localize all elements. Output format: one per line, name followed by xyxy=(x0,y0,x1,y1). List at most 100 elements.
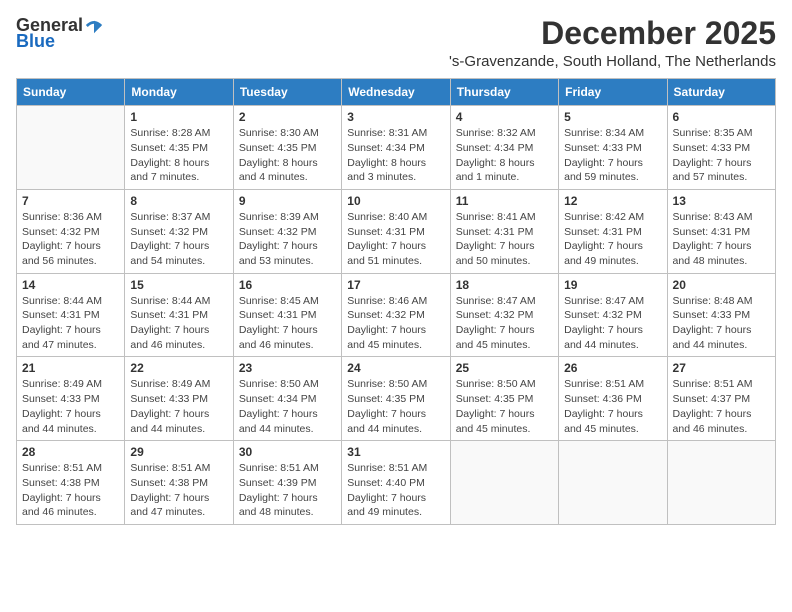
day-info: Sunrise: 8:44 AMSunset: 4:31 PMDaylight:… xyxy=(22,294,119,353)
day-number: 31 xyxy=(347,445,444,459)
day-number: 18 xyxy=(456,278,553,292)
day-number: 20 xyxy=(673,278,770,292)
day-number: 23 xyxy=(239,361,336,375)
page-header: General Blue December 2025 's-Gravenzand… xyxy=(16,16,776,70)
month-title: December 2025 xyxy=(449,16,776,51)
calendar-cell: 15Sunrise: 8:44 AMSunset: 4:31 PMDayligh… xyxy=(125,273,233,357)
day-number: 13 xyxy=(673,194,770,208)
calendar-cell: 2 Sunrise: 8:30 AMSunset: 4:35 PMDaylight… xyxy=(233,106,341,190)
calendar-cell: 9 Sunrise: 8:39 AMSunset: 4:32 PMDaylight… xyxy=(233,189,341,273)
day-info: Sunrise: 8:49 AMSunset: 4:33 PMDaylight:… xyxy=(22,377,119,436)
day-info: Sunrise: 8:34 AMSunset: 4:33 PMDaylight:… xyxy=(564,126,661,185)
calendar-cell: 6 Sunrise: 8:35 AMSunset: 4:33 PMDaylight… xyxy=(667,106,775,190)
calendar-cell: 19Sunrise: 8:47 AMSunset: 4:32 PMDayligh… xyxy=(559,273,667,357)
calendar-cell: 20 Sunrise: 8:48 AMSunset: 4:33 PMDayligh… xyxy=(667,273,775,357)
col-header-tuesday: Tuesday xyxy=(233,79,341,106)
day-number: 6 xyxy=(673,110,770,124)
day-info: Sunrise: 8:31 AMSunset: 4:34 PMDaylight:… xyxy=(347,126,444,185)
day-info: Sunrise: 8:50 AMSunset: 4:35 PMDaylight:… xyxy=(347,377,444,436)
day-info: Sunrise: 8:51 AMSunset: 4:38 PMDaylight:… xyxy=(22,461,119,520)
calendar-cell: 11 Sunrise: 8:41 AMSunset: 4:31 PMDayligh… xyxy=(450,189,558,273)
day-number: 14 xyxy=(22,278,119,292)
day-info: Sunrise: 8:40 AMSunset: 4:31 PMDaylight:… xyxy=(347,210,444,269)
day-number: 9 xyxy=(239,194,336,208)
day-info: Sunrise: 8:39 AMSunset: 4:32 PMDaylight:… xyxy=(239,210,336,269)
day-info: Sunrise: 8:49 AMSunset: 4:33 PMDaylight:… xyxy=(130,377,227,436)
calendar-cell: 4 Sunrise: 8:32 AMSunset: 4:34 PMDaylight… xyxy=(450,106,558,190)
calendar-cell: 21 Sunrise: 8:49 AMSunset: 4:33 PMDayligh… xyxy=(17,357,125,441)
day-info: Sunrise: 8:28 AMSunset: 4:35 PMDaylight:… xyxy=(130,126,227,185)
col-header-wednesday: Wednesday xyxy=(342,79,450,106)
calendar-week-row: 1 Sunrise: 8:28 AMSunset: 4:35 PMDaylight… xyxy=(17,106,776,190)
day-info: Sunrise: 8:47 AMSunset: 4:32 PMDaylight:… xyxy=(456,294,553,353)
day-number: 17 xyxy=(347,278,444,292)
calendar-week-row: 28 Sunrise: 8:51 AMSunset: 4:38 PMDayligh… xyxy=(17,441,776,525)
calendar-cell: 10 Sunrise: 8:40 AMSunset: 4:31 PMDayligh… xyxy=(342,189,450,273)
day-info: Sunrise: 8:51 AMSunset: 4:40 PMDaylight:… xyxy=(347,461,444,520)
day-info: Sunrise: 8:36 AMSunset: 4:32 PMDaylight:… xyxy=(22,210,119,269)
logo-blue: Blue xyxy=(16,32,55,52)
day-number: 10 xyxy=(347,194,444,208)
day-info: Sunrise: 8:32 AMSunset: 4:34 PMDaylight:… xyxy=(456,126,553,185)
day-info: Sunrise: 8:51 AMSunset: 4:37 PMDaylight:… xyxy=(673,377,770,436)
calendar-week-row: 21 Sunrise: 8:49 AMSunset: 4:33 PMDayligh… xyxy=(17,357,776,441)
calendar-cell: 3 Sunrise: 8:31 AMSunset: 4:34 PMDaylight… xyxy=(342,106,450,190)
calendar-cell: 7 Sunrise: 8:36 AMSunset: 4:32 PMDaylight… xyxy=(17,189,125,273)
logo-icon xyxy=(85,17,103,35)
day-info: Sunrise: 8:44 AMSunset: 4:31 PMDaylight:… xyxy=(130,294,227,353)
day-info: Sunrise: 8:45 AMSunset: 4:31 PMDaylight:… xyxy=(239,294,336,353)
calendar-week-row: 14 Sunrise: 8:44 AMSunset: 4:31 PMDayligh… xyxy=(17,273,776,357)
title-block: December 2025 's-Gravenzande, South Holl… xyxy=(449,16,776,70)
day-number: 26 xyxy=(564,361,661,375)
logo: General Blue xyxy=(16,16,103,52)
calendar-cell: 8Sunrise: 8:37 AMSunset: 4:32 PMDaylight… xyxy=(125,189,233,273)
calendar-cell xyxy=(450,441,558,525)
day-number: 4 xyxy=(456,110,553,124)
day-number: 21 xyxy=(22,361,119,375)
calendar-cell: 27 Sunrise: 8:51 AMSunset: 4:37 PMDayligh… xyxy=(667,357,775,441)
calendar-cell: 29 Sunrise: 8:51 AMSunset: 4:38 PMDayligh… xyxy=(125,441,233,525)
calendar-cell: 12 Sunrise: 8:42 AMSunset: 4:31 PMDayligh… xyxy=(559,189,667,273)
day-number: 3 xyxy=(347,110,444,124)
day-number: 2 xyxy=(239,110,336,124)
day-info: Sunrise: 8:51 AMSunset: 4:36 PMDaylight:… xyxy=(564,377,661,436)
day-number: 11 xyxy=(456,194,553,208)
day-number: 29 xyxy=(130,445,227,459)
day-info: Sunrise: 8:30 AMSunset: 4:35 PMDaylight:… xyxy=(239,126,336,185)
day-info: Sunrise: 8:50 AMSunset: 4:34 PMDaylight:… xyxy=(239,377,336,436)
col-header-sunday: Sunday xyxy=(17,79,125,106)
calendar-cell: 28 Sunrise: 8:51 AMSunset: 4:38 PMDayligh… xyxy=(17,441,125,525)
col-header-saturday: Saturday xyxy=(667,79,775,106)
day-number: 28 xyxy=(22,445,119,459)
day-info: Sunrise: 8:48 AMSunset: 4:33 PMDaylight:… xyxy=(673,294,770,353)
calendar-cell: 26 Sunrise: 8:51 AMSunset: 4:36 PMDayligh… xyxy=(559,357,667,441)
day-number: 12 xyxy=(564,194,661,208)
day-info: Sunrise: 8:51 AMSunset: 4:39 PMDaylight:… xyxy=(239,461,336,520)
day-info: Sunrise: 8:41 AMSunset: 4:31 PMDaylight:… xyxy=(456,210,553,269)
calendar-header-row: SundayMondayTuesdayWednesdayThursdayFrid… xyxy=(17,79,776,106)
calendar-cell: 18 Sunrise: 8:47 AMSunset: 4:32 PMDayligh… xyxy=(450,273,558,357)
col-header-friday: Friday xyxy=(559,79,667,106)
day-info: Sunrise: 8:47 AMSunset: 4:32 PMDaylight:… xyxy=(564,294,661,353)
day-number: 7 xyxy=(22,194,119,208)
calendar-cell: 1 Sunrise: 8:28 AMSunset: 4:35 PMDaylight… xyxy=(125,106,233,190)
day-number: 27 xyxy=(673,361,770,375)
calendar-cell: 30Sunrise: 8:51 AMSunset: 4:39 PMDayligh… xyxy=(233,441,341,525)
calendar-week-row: 7 Sunrise: 8:36 AMSunset: 4:32 PMDaylight… xyxy=(17,189,776,273)
col-header-thursday: Thursday xyxy=(450,79,558,106)
day-info: Sunrise: 8:46 AMSunset: 4:32 PMDaylight:… xyxy=(347,294,444,353)
calendar-cell xyxy=(559,441,667,525)
calendar-cell: 22Sunrise: 8:49 AMSunset: 4:33 PMDayligh… xyxy=(125,357,233,441)
day-info: Sunrise: 8:42 AMSunset: 4:31 PMDaylight:… xyxy=(564,210,661,269)
day-info: Sunrise: 8:35 AMSunset: 4:33 PMDaylight:… xyxy=(673,126,770,185)
calendar-cell: 23 Sunrise: 8:50 AMSunset: 4:34 PMDayligh… xyxy=(233,357,341,441)
location-title: 's-Gravenzande, South Holland, The Nethe… xyxy=(449,53,776,70)
day-info: Sunrise: 8:51 AMSunset: 4:38 PMDaylight:… xyxy=(130,461,227,520)
day-info: Sunrise: 8:43 AMSunset: 4:31 PMDaylight:… xyxy=(673,210,770,269)
calendar-cell xyxy=(667,441,775,525)
day-number: 16 xyxy=(239,278,336,292)
day-number: 1 xyxy=(130,110,227,124)
calendar-table: SundayMondayTuesdayWednesdayThursdayFrid… xyxy=(16,78,776,525)
day-number: 25 xyxy=(456,361,553,375)
calendar-cell: 16 Sunrise: 8:45 AMSunset: 4:31 PMDayligh… xyxy=(233,273,341,357)
